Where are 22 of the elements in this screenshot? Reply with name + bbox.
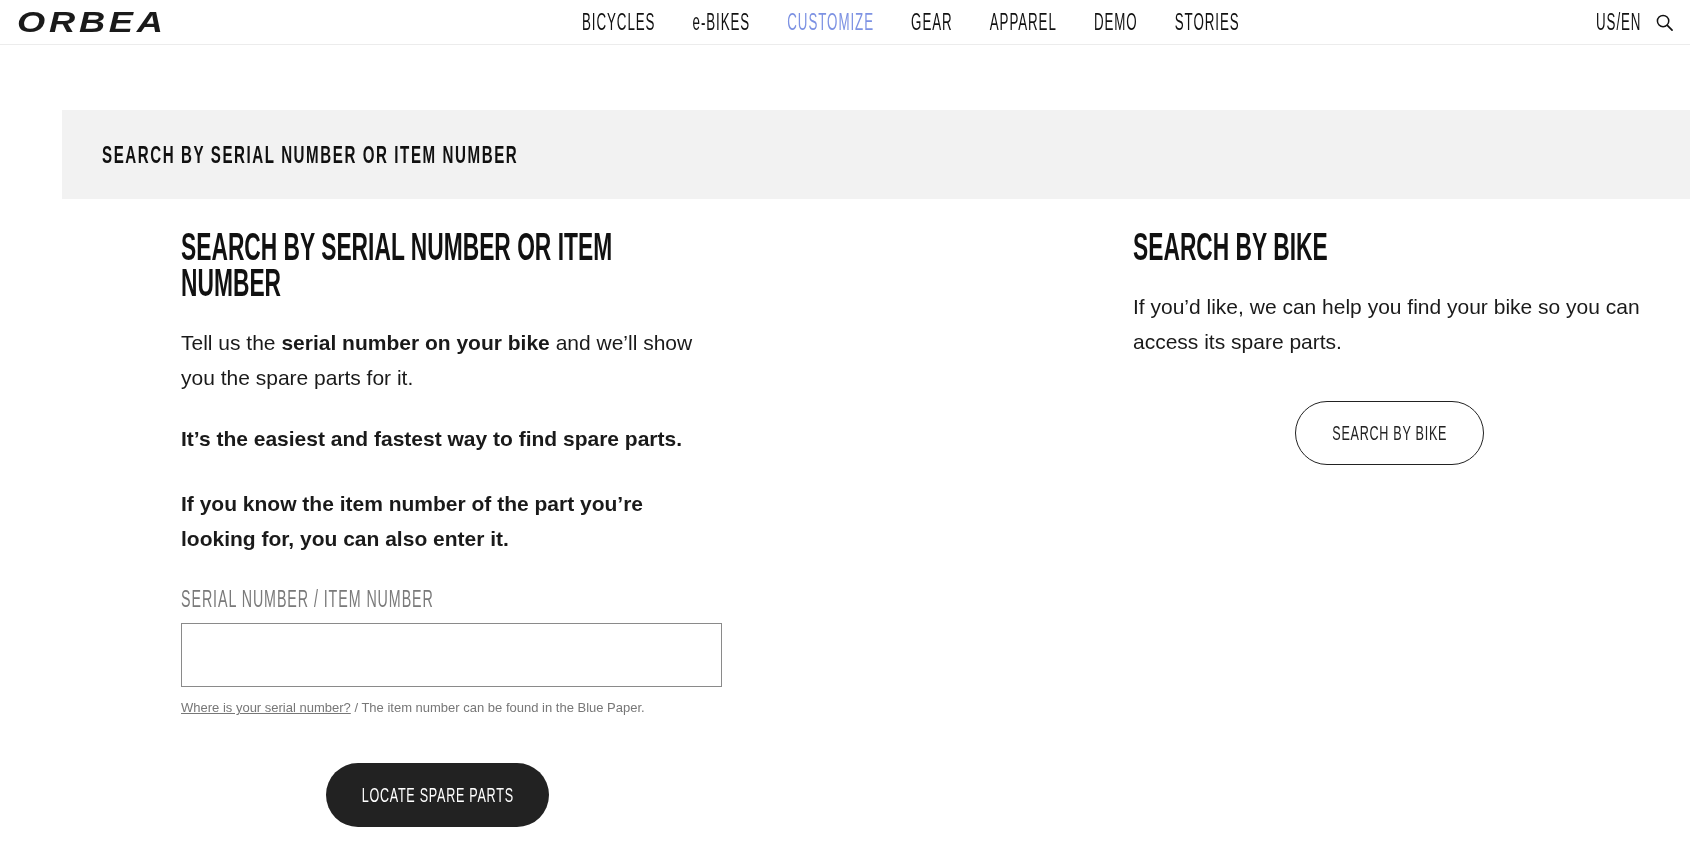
serial-number-input[interactable]	[181, 623, 722, 687]
search-icon[interactable]	[1656, 13, 1673, 31]
logo[interactable]: ORBEA	[17, 7, 205, 37]
serial-number-link[interactable]: Where is your serial number?	[181, 700, 351, 715]
nav-link[interactable]: STORIES	[1174, 8, 1240, 36]
nav-link[interactable]: GEAR	[911, 8, 953, 36]
body-text: Tell us the serial number on your bike and we’ll show you the spare parts for it.	[181, 330, 694, 391]
body-text: If you’d like, we can help you find your bike so you can access its spare parts.	[1133, 294, 1641, 355]
nav-link[interactable]: BICYCLES	[582, 8, 656, 36]
section-heading: SEARCH BY SERIAL NUMBER OR ITEM NUMBER	[181, 229, 614, 301]
locate-spare-parts-button[interactable]: LOCATE SPARE PARTS	[326, 763, 549, 827]
section-heading: SEARCH BY BIKE	[1133, 229, 1329, 265]
field-hint: Where is your serial number? / The item number can be found in the Blue Paper.	[181, 700, 645, 716]
nav-link[interactable]: APPAREL	[989, 8, 1057, 36]
field-label: SERIAL NUMBER / ITEM NUMBER	[181, 586, 434, 612]
nav-link[interactable]: e-BIKES	[692, 8, 751, 36]
body-text: If you know the item number of the part you’re looking for, you can also enter it.	[181, 491, 645, 552]
locale-link[interactable]: US/EN	[1596, 8, 1642, 36]
nav-link[interactable]: DEMO	[1093, 8, 1138, 36]
search-by-bike-button[interactable]: SEARCH BY BIKE	[1295, 401, 1484, 465]
banner-title: SEARCH BY SERIAL NUMBER OR ITEM NUMBER	[102, 140, 519, 169]
body-text: It’s the easiest and fastest way to find spare parts.	[181, 426, 684, 452]
